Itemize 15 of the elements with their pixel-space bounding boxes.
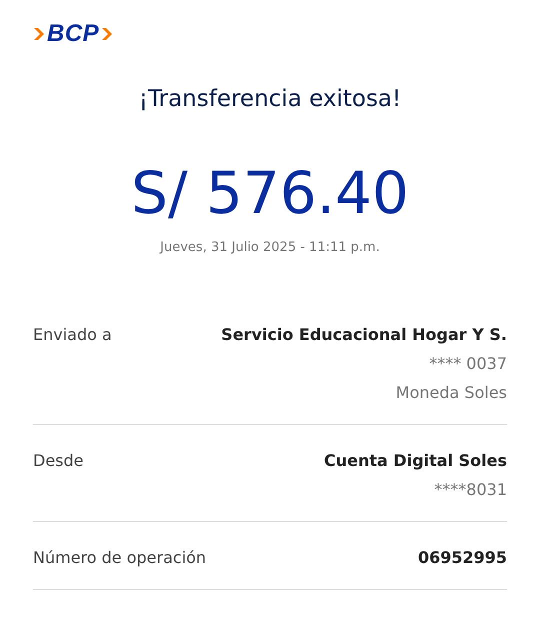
detail-value: ****8031 — [434, 480, 507, 499]
date-text: Jueves, 31 Julio 2025 - 11:11 p.m. — [158, 240, 381, 255]
detail-value: Moneda Soles — [396, 383, 507, 402]
detail-value: Cuenta Digital Soles — [324, 451, 507, 470]
amount: S/ 576.40 — [130, 158, 410, 228]
chevron-icon — [33, 26, 45, 42]
detail-value: 06952995 — [418, 548, 507, 567]
title: ¡Transferencia exitosa! — [138, 86, 402, 112]
detail-label: Número de operación — [33, 548, 206, 567]
detail-value: Servicio Educacional Hogar Y S. — [221, 325, 507, 344]
chevron-icon — [101, 26, 114, 42]
detail-label: Desde — [33, 451, 84, 472]
detail-value: **** 0037 — [429, 354, 507, 373]
detail-label: Enviado a — [33, 325, 112, 346]
logo-text: BCP — [47, 20, 100, 48]
